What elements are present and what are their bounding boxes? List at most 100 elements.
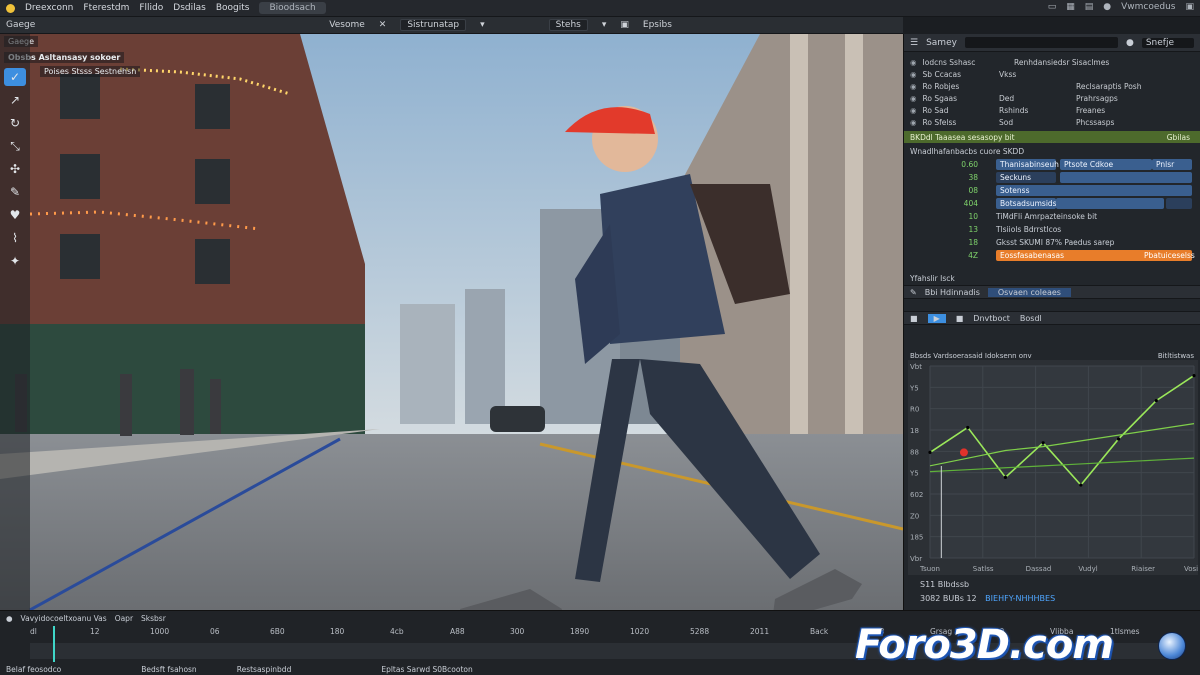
menu-item[interactable]: Fterestdm [83,3,129,13]
property-slider[interactable] [1056,198,1164,209]
grid-icon[interactable]: ▦ [1066,2,1075,12]
property-field[interactable]: Pnlsr [1152,159,1192,170]
data-point [1003,475,1008,479]
window-icon[interactable]: ▭ [1048,2,1057,12]
property-field[interactable]: Sotenss [996,185,1192,196]
graph-toolbar-label[interactable]: Dnvtboct [973,314,1010,323]
eye-icon[interactable]: ◉ [910,82,917,91]
property-value: 13 [968,225,978,234]
list-item[interactable]: ◉ Ro Sad Rshinds Freanes [904,104,1200,116]
graph-footer-row: 3082 BUBs 12 BIEHFY-NHHHBES [920,594,1055,603]
property-field[interactable]: Seckuns [996,172,1056,183]
rotate-tool-icon[interactable]: ↻ [4,114,26,132]
item-label: Ro Sfelss [922,117,957,127]
tool-strip: ✓ ↗ ↻ ⤡ ✣ ✎ ♥ ⌇ ✦ [0,34,30,610]
menu-item[interactable]: Boogits [216,3,250,13]
menu-item[interactable]: Fllido [139,3,163,13]
graph-footer-link[interactable]: BIEHFY-NHHHBES [985,594,1055,603]
close-icon[interactable]: ✕ [379,20,387,30]
eye-icon[interactable]: ◉ [910,118,917,127]
eye-icon[interactable]: ◉ [910,70,917,79]
extra-tool-icon[interactable]: ✦ [4,252,26,270]
ruler-tick: 06 [210,627,220,636]
stop-icon[interactable]: ■ [910,314,918,323]
data-point [1192,374,1196,378]
timeline-footer-item[interactable]: Restsaspinbdd [237,665,292,674]
property-field[interactable]: Ptsote Cdkoe [1060,159,1152,170]
outliner-icon[interactable]: ☰ [910,38,918,48]
timeline-footer-item[interactable]: Epltas Sarwd S0Bcooton [381,665,472,674]
gaege-label[interactable]: Gaege [6,20,35,30]
ruler-tick: 12 [90,627,100,636]
search-input[interactable] [964,37,1118,48]
heart-icon[interactable]: ♥ [4,206,26,224]
scale-tool-icon[interactable]: ⤡ [4,137,26,155]
mode-dropdown[interactable]: Sistrunatap [400,19,467,31]
chevron-down-icon[interactable]: ▾ [602,20,607,30]
playhead[interactable] [52,626,55,662]
filter-field[interactable]: Snefje [1141,37,1194,48]
layers-icon[interactable]: ▤ [1085,2,1094,12]
data-point [1154,398,1158,403]
ruler-tick: 1tlsmes [1110,627,1140,636]
eye-icon[interactable]: ◉ [910,106,917,115]
tool-icon[interactable]: ✎ [910,288,917,297]
graph-plot-area [930,366,1194,558]
right-label[interactable]: Vwmcoedus [1121,2,1175,12]
move-tool-icon[interactable]: ↗ [4,91,26,109]
item-label: Prahrsagps [1076,93,1118,103]
graph-toolbar-label[interactable]: Bosdl [1020,314,1042,323]
list-item[interactable]: ◉ Sb Ccacas Vkss [904,68,1200,80]
property-label: TiMdFli Amrpazteinsoke bit [996,212,1098,221]
transform-tool-icon[interactable]: ✣ [4,160,26,178]
property-field[interactable]: Botsadsumsidsbe [996,198,1066,209]
ruler-tick: 6B0 [270,627,285,636]
property-row: 404 Botsadsumsidsbe [904,197,1200,210]
graph-editor[interactable]: Bbsds Vardsoerasaid Idoksenn onv Bitltis… [908,352,1200,603]
3d-viewport[interactable]: Gaege Obsbs Asltansasy sokoer Poises Sts… [0,34,903,610]
property-slider[interactable] [1060,172,1192,183]
item-label: Ro Sgaas [922,93,958,103]
selected-item[interactable]: BKDdl Taaasea sesasopy bit Gbilas [904,131,1200,143]
eye-icon[interactable]: ◉ [910,94,917,103]
record-icon[interactable]: ● [6,614,13,623]
timeline-footer-item[interactable]: Bedsft fsahosn [141,665,196,674]
item-label: Sod [999,117,1014,127]
view-menu[interactable]: Vesome [329,20,365,30]
overlay-menu[interactable]: Epsibs [643,20,672,30]
app-logo-icon[interactable] [6,3,15,13]
shading-dropdown[interactable]: Stehs [548,19,588,31]
tab-left[interactable]: Bbi Hdinnadis [925,288,980,297]
property-field[interactable]: Thanisabinseuh [996,159,1059,170]
menu-item[interactable]: Dsdilas [173,3,206,13]
workspace-tab[interactable]: Bioodsach [259,2,326,14]
property-row: 0.60 Thanisabinseuh Ptsote Cdkoe Pnlsr [904,158,1200,171]
select-tool-icon[interactable]: ✓ [4,68,26,86]
tab-right[interactable]: Osvaen coleaes [987,287,1071,297]
list-item[interactable]: ◉ Ro Sgaas Ded Prahrsagps [904,92,1200,104]
timeline-footer-item[interactable]: Belaf feosodco [6,665,61,674]
stop-icon[interactable]: ■ [956,314,964,323]
list-item[interactable]: ◉ Ro Sfelss Sod Phcssasps [904,116,1200,128]
eyedropper-tool-icon[interactable]: ⌇ [4,229,26,247]
property-toggle[interactable] [1166,198,1192,209]
overlay-icon[interactable]: ▣ [620,20,629,30]
chevron-down-icon[interactable]: ▾ [480,20,485,30]
list-item[interactable]: ◉ Iodcns Sshasc Renhdansiedsr Sisaclmes [904,56,1200,68]
eye-icon[interactable]: ◉ [910,58,917,67]
list-item[interactable]: ◉ Ro Robjes Reclsaraptis Posh [904,80,1200,92]
data-point [928,450,932,454]
property-label: Tlsiiols Bdrrstlcos [996,225,1062,234]
search-icon[interactable]: ● [1126,38,1134,48]
menu-item[interactable]: Dreexconn [25,3,73,13]
annotate-tool-icon[interactable]: ✎ [4,183,26,201]
red-keyframe-marker [959,448,968,457]
scene-render[interactable] [0,34,903,610]
y-tick-label: 602 [910,491,923,499]
layout-icon[interactable]: ▣ [1185,2,1194,12]
graph-canvas[interactable]: Vbt Y5 R0 18 88 Y5 602 Z0 185 Vbr Tsuon Satlss Dassa… [908,360,1200,575]
ruler-tick: A88 [450,627,465,636]
ruler-tick: 1890 [570,627,590,636]
play-icon[interactable]: ▶ [927,313,946,323]
dot-icon[interactable]: ● [1103,2,1111,12]
